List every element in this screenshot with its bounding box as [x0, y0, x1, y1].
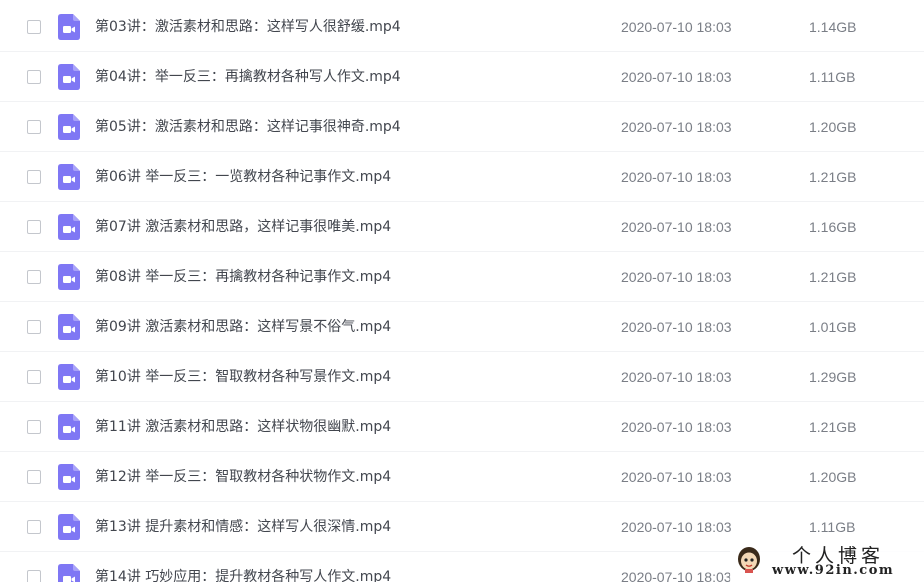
file-date: 2020-07-10 18:03 — [621, 119, 732, 135]
file-size: 1.21GB — [809, 269, 857, 285]
file-date: 2020-07-10 18:03 — [621, 519, 732, 535]
file-size: 1.21GB — [809, 169, 857, 185]
file-size: 1.01GB — [809, 319, 857, 335]
file-name[interactable]: 第04讲：举一反三：再擒教材各种写人作文.mp4 — [95, 68, 401, 86]
video-file-icon — [58, 114, 80, 140]
file-size: 1.11GB — [809, 69, 856, 85]
row-checkbox[interactable] — [27, 220, 41, 234]
row-checkbox[interactable] — [27, 570, 41, 582]
file-name[interactable]: 第07讲 激活素材和思路，这样记事很唯美.mp4 — [95, 218, 391, 236]
video-file-icon — [58, 414, 80, 440]
file-size: 1.14GB — [809, 19, 857, 35]
file-row[interactable]: 第03讲：激活素材和思路：这样写人很舒缓.mp4 2020-07-10 18:03… — [0, 2, 924, 52]
row-checkbox[interactable] — [27, 120, 41, 134]
file-list: 第03讲：激活素材和思路：这样写人很舒缓.mp4 2020-07-10 18:03… — [0, 0, 924, 582]
file-date: 2020-07-10 18:03 — [621, 569, 732, 582]
row-checkbox[interactable] — [27, 520, 41, 534]
video-file-icon — [58, 64, 80, 90]
file-size: 1.29GB — [809, 369, 857, 385]
file-date: 2020-07-10 18:03 — [621, 169, 732, 185]
video-file-icon — [58, 14, 80, 40]
video-file-icon — [58, 464, 80, 490]
file-name[interactable]: 第11讲 激活素材和思路：这样状物很幽默.mp4 — [95, 418, 391, 436]
file-name[interactable]: 第09讲 激活素材和思路：这样写景不俗气.mp4 — [95, 318, 391, 336]
video-file-icon — [58, 214, 80, 240]
file-name[interactable]: 第08讲 举一反三：再擒教材各种记事作文.mp4 — [95, 268, 391, 286]
video-file-icon — [58, 264, 80, 290]
file-row[interactable]: 第07讲 激活素材和思路，这样记事很唯美.mp4 2020-07-10 18:03… — [0, 202, 924, 252]
row-checkbox[interactable] — [27, 420, 41, 434]
file-name[interactable]: 第10讲 举一反三：智取教材各种写景作文.mp4 — [95, 368, 391, 386]
row-checkbox[interactable] — [27, 470, 41, 484]
video-file-icon — [58, 364, 80, 390]
file-date: 2020-07-10 18:03 — [621, 469, 732, 485]
video-file-icon — [58, 314, 80, 340]
file-size: 1.20GB — [809, 469, 857, 485]
video-file-icon — [58, 514, 80, 540]
file-name[interactable]: 第06讲 举一反三：一览教材各种记事作文.mp4 — [95, 168, 391, 186]
file-date: 2020-07-10 18:03 — [621, 69, 732, 85]
file-row[interactable]: 第10讲 举一反三：智取教材各种写景作文.mp4 2020-07-10 18:03… — [0, 352, 924, 402]
row-checkbox[interactable] — [27, 70, 41, 84]
file-size: 1.16GB — [809, 219, 857, 235]
file-name[interactable]: 第13讲 提升素材和情感：这样写人很深情.mp4 — [95, 518, 391, 536]
file-row[interactable]: 第11讲 激活素材和思路：这样状物很幽默.mp4 2020-07-10 18:03… — [0, 402, 924, 452]
file-row[interactable]: 第09讲 激活素材和思路：这样写景不俗气.mp4 2020-07-10 18:03… — [0, 302, 924, 352]
file-date: 2020-07-10 18:03 — [621, 19, 732, 35]
file-size: 1.11GB — [809, 519, 856, 535]
file-name[interactable]: 第14讲 巧妙应用：提升教材各种写人作文.mp4 — [95, 568, 391, 582]
row-checkbox[interactable] — [27, 370, 41, 384]
video-file-icon — [58, 564, 80, 582]
row-checkbox[interactable] — [27, 320, 41, 334]
row-checkbox[interactable] — [27, 270, 41, 284]
file-date: 2020-07-10 18:03 — [621, 269, 732, 285]
watermark: 个人博客 www.92in.com — [730, 540, 924, 582]
file-row[interactable]: 第08讲 举一反三：再擒教材各种记事作文.mp4 2020-07-10 18:03… — [0, 252, 924, 302]
watermark-url: www.92in.com — [772, 563, 895, 578]
file-name[interactable]: 第12讲 举一反三：智取教材各种状物作文.mp4 — [95, 468, 391, 486]
file-row[interactable]: 第05讲：激活素材和思路：这样记事很神奇.mp4 2020-07-10 18:03… — [0, 102, 924, 152]
file-name[interactable]: 第03讲：激活素材和思路：这样写人很舒缓.mp4 — [95, 18, 401, 36]
row-checkbox[interactable] — [27, 20, 41, 34]
cartoon-avatar-icon — [738, 547, 760, 573]
file-date: 2020-07-10 18:03 — [621, 369, 732, 385]
file-row[interactable]: 第12讲 举一反三：智取教材各种状物作文.mp4 2020-07-10 18:03… — [0, 452, 924, 502]
file-date: 2020-07-10 18:03 — [621, 319, 732, 335]
file-date: 2020-07-10 18:03 — [621, 419, 732, 435]
file-date: 2020-07-10 18:03 — [621, 219, 732, 235]
file-size: 1.21GB — [809, 419, 857, 435]
row-checkbox[interactable] — [27, 170, 41, 184]
video-file-icon — [58, 164, 80, 190]
file-size: 1.20GB — [809, 119, 857, 135]
file-row[interactable]: 第04讲：举一反三：再擒教材各种写人作文.mp4 2020-07-10 18:03… — [0, 52, 924, 102]
file-row[interactable]: 第06讲 举一反三：一览教材各种记事作文.mp4 2020-07-10 18:03… — [0, 152, 924, 202]
file-name[interactable]: 第05讲：激活素材和思路：这样记事很神奇.mp4 — [95, 118, 401, 136]
